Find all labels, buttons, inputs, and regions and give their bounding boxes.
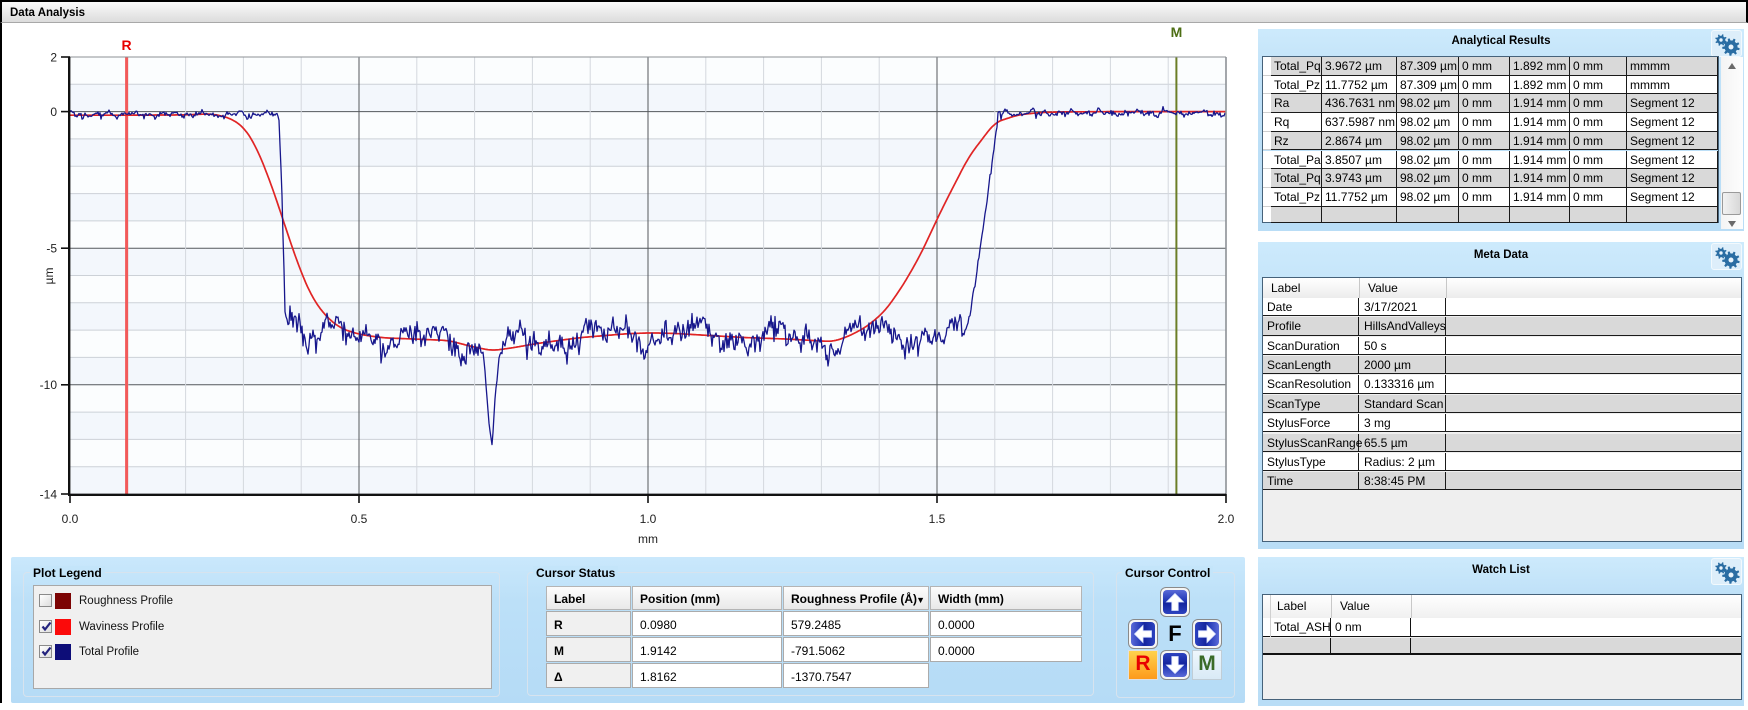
- svg-text:µm: µm: [42, 268, 56, 285]
- svg-text:1.5: 1.5: [929, 512, 946, 526]
- svg-text:0.5: 0.5: [351, 512, 368, 526]
- svg-text:1.0: 1.0: [640, 512, 657, 526]
- svg-text:0: 0: [50, 105, 57, 119]
- svg-text:mm: mm: [638, 532, 658, 546]
- svg-text:M: M: [1171, 24, 1183, 40]
- svg-text:-14: -14: [40, 488, 58, 502]
- svg-text:-5: -5: [46, 242, 57, 256]
- svg-text:0.0: 0.0: [62, 512, 79, 526]
- svg-text:2: 2: [50, 51, 57, 65]
- svg-text:R: R: [122, 37, 132, 53]
- svg-text:2.0: 2.0: [1218, 512, 1235, 526]
- svg-text:-10: -10: [40, 378, 58, 392]
